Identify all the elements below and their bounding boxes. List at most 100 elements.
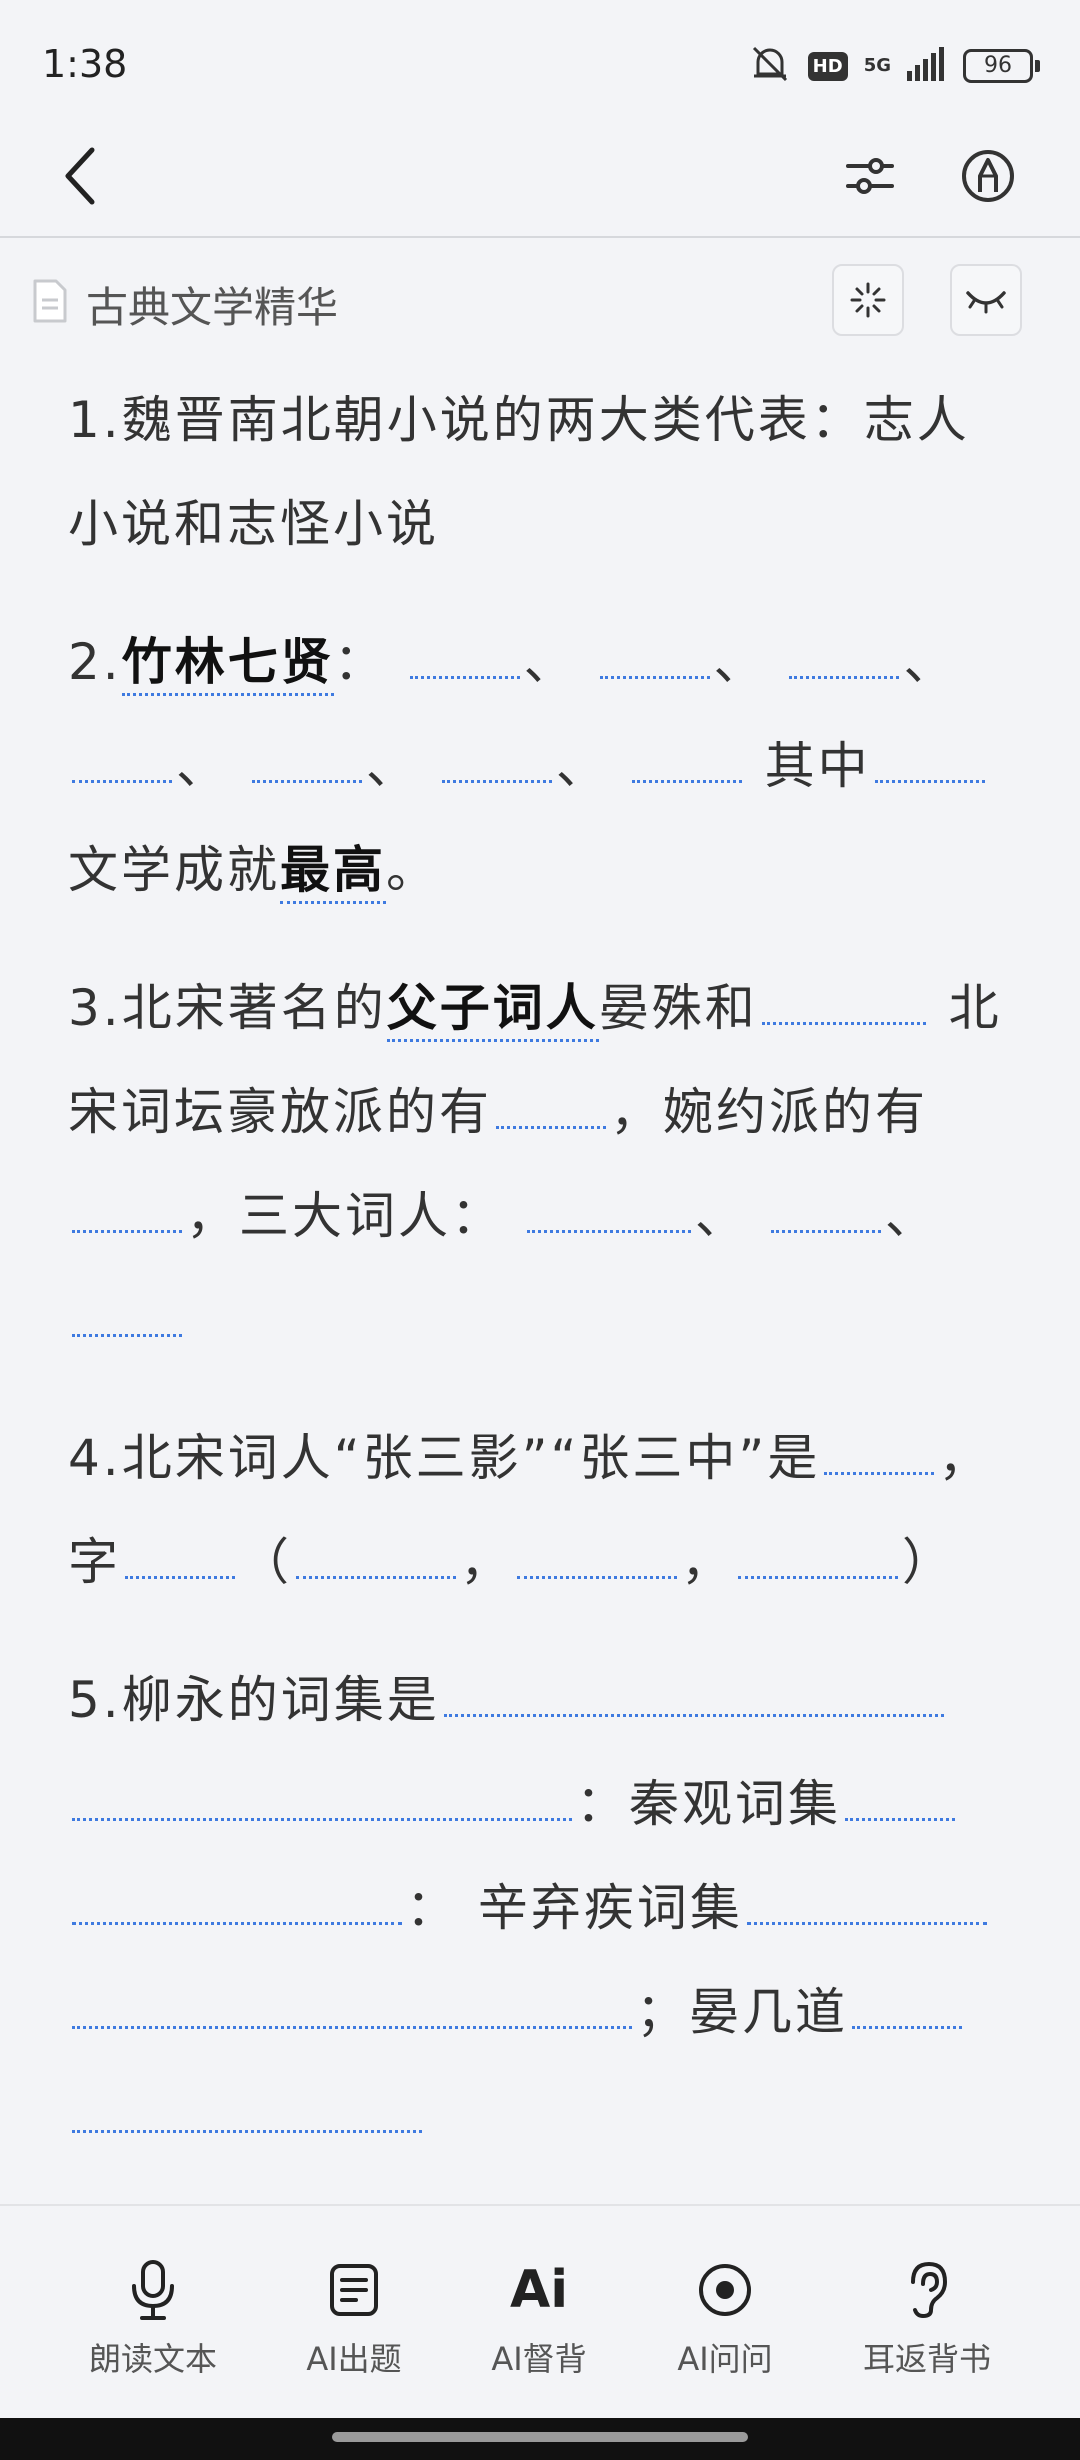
separator: 、: [523, 633, 577, 691]
q2-text-achievement: 文学成就: [68, 841, 280, 899]
chevron-left-icon: [65, 147, 95, 205]
sparkle-button[interactable]: [832, 264, 904, 336]
answer-blank[interactable]: [251, 750, 362, 783]
answer-blank[interactable]: [770, 1200, 881, 1233]
separator: 、: [713, 633, 767, 691]
eye-closed-icon: [966, 291, 1006, 314]
signal-icon: [907, 47, 947, 85]
answer-blank[interactable]: [631, 750, 742, 783]
answer-blank[interactable]: [845, 1788, 955, 1821]
ai-recite-label: AI督背: [491, 2340, 587, 2378]
answer-blank[interactable]: [72, 1788, 572, 1821]
record-circle-icon: [640, 2256, 810, 2324]
ear-return-label: 耳返背书: [862, 2340, 991, 2378]
separator: ，: [460, 1533, 513, 1591]
q5-text-qinguan: ：秦观词集: [576, 1775, 841, 1833]
answer-blank[interactable]: [526, 1200, 691, 1233]
battery-tip: [1035, 60, 1040, 72]
answer-blank[interactable]: [738, 1546, 898, 1579]
home-indicator[interactable]: [332, 2432, 748, 2442]
separator: 、: [555, 737, 609, 795]
separator: 、: [365, 737, 419, 795]
answer-blank[interactable]: [517, 1546, 677, 1579]
microphone-icon: [68, 2256, 238, 2324]
top-nav: [0, 130, 1080, 238]
sliders-icon: [846, 158, 894, 194]
ear-return-button[interactable]: 耳返背书: [842, 2256, 1012, 2380]
ai-quiz-button[interactable]: AI出题: [269, 2256, 439, 2380]
answer-blank[interactable]: [72, 1996, 632, 2029]
ai-ask-button[interactable]: AI问问: [640, 2256, 810, 2380]
answer-blank[interactable]: [72, 750, 172, 783]
answer-blank[interactable]: [443, 1684, 944, 1717]
q2-colon: ：: [333, 633, 387, 691]
answer-blank[interactable]: [441, 750, 552, 783]
pen-circle-icon: [962, 150, 1014, 202]
ai-glyph: Ai: [509, 2260, 569, 2320]
q2-text-among: 其中: [745, 737, 871, 795]
answer-blank[interactable]: [72, 1200, 182, 1233]
ai-sparkle-icon: Ai: [454, 2256, 624, 2324]
separator: 、: [884, 1187, 938, 1245]
bottom-toolbar: 朗读文本 AI出题 Ai AI督背 AI问问 耳返背书: [0, 2204, 1080, 2418]
answer-blank[interactable]: [72, 2100, 422, 2133]
battery-indicator: 96: [963, 49, 1040, 83]
q2-number: 2.: [68, 633, 122, 691]
separator: 、: [694, 1187, 748, 1245]
separator: 、: [176, 737, 229, 795]
q3-text-three-poets: ，三大词人：: [186, 1187, 504, 1245]
q3-text-yanshu: 晏殊和: [598, 979, 758, 1037]
ai-quiz-label: AI出题: [306, 2340, 402, 2378]
question-content: 1.魏晋南北朝小说的两大类代表：志人小说和志怪小说 2.竹林七贤： 、 、 、 …: [68, 368, 1008, 2202]
q4-close-paren: ）: [902, 1533, 955, 1591]
q2-keyword-bamboo-sages: 竹林七贤: [121, 633, 334, 696]
answer-blank[interactable]: [852, 1996, 962, 2029]
q3-keyword-father-son-poets: 父子词人: [386, 979, 599, 1042]
question-5: 5.柳永的词集是 ：秦观词集 ： 辛弃疾词集 ；晏几道: [68, 1648, 1008, 2168]
separator: ，: [681, 1533, 734, 1591]
question-4: 4.北宋词人“张三影”“张三中”是 ，字（，，）: [68, 1406, 1008, 1614]
answer-blank[interactable]: [496, 1096, 606, 1129]
answer-blank[interactable]: [125, 1546, 235, 1579]
mute-bell-icon: [748, 44, 792, 88]
q3-text-intro: 3.北宋著名的: [68, 979, 387, 1037]
read-aloud-label: 朗读文本: [88, 2340, 217, 2378]
question-1: 1.魏晋南北朝小说的两大类代表：志人小说和志怪小说: [68, 391, 970, 553]
answer-blank[interactable]: [409, 646, 520, 679]
network-type: 5G: [863, 55, 891, 76]
status-time: 1:38: [42, 42, 128, 86]
system-navigation-bar: [0, 2418, 1080, 2460]
answer-blank[interactable]: [72, 1304, 182, 1337]
ai-recite-button[interactable]: Ai AI督背: [454, 2256, 624, 2380]
q2-keyword-highest: 最高: [280, 841, 386, 904]
separator: 、: [903, 633, 957, 691]
document-bar: 古典文学精华: [0, 238, 1080, 358]
answer-blank[interactable]: [296, 1546, 456, 1579]
read-aloud-button[interactable]: 朗读文本: [68, 2256, 238, 2380]
battery-level: 96: [963, 49, 1033, 83]
ai-ask-label: AI问问: [677, 2340, 773, 2378]
q2-period: 。: [386, 841, 439, 899]
q4-open-paren: （: [239, 1533, 292, 1591]
back-button[interactable]: [56, 146, 116, 206]
document-icon: [32, 278, 68, 324]
hd-badge: HD: [807, 51, 848, 81]
q5-text-liuyong: 5.柳永的词集是: [68, 1671, 440, 1729]
answer-blank[interactable]: [599, 646, 710, 679]
q5-text-yanjidao: ；晏几道: [636, 1983, 848, 2041]
ear-icon: [842, 2256, 1012, 2324]
annotate-button[interactable]: [958, 146, 1018, 206]
answer-blank[interactable]: [789, 646, 900, 679]
hide-answers-button[interactable]: [950, 264, 1022, 336]
answer-blank[interactable]: [746, 1892, 987, 1925]
settings-sliders-button[interactable]: [842, 148, 898, 204]
status-bar: 1:38 HD 5G 96: [0, 0, 1080, 130]
status-icons: HD 5G 96: [748, 44, 1040, 88]
answer-blank[interactable]: [761, 992, 926, 1025]
q4-text-intro: 4.北宋词人“张三影”“张三中”是: [68, 1429, 821, 1487]
q3-text-wanyue: ，婉约派的有: [610, 1083, 928, 1141]
answer-blank[interactable]: [824, 1442, 935, 1475]
answer-blank[interactable]: [72, 1892, 402, 1925]
answer-blank[interactable]: [874, 750, 985, 783]
document-title: 古典文学精华: [86, 283, 339, 332]
